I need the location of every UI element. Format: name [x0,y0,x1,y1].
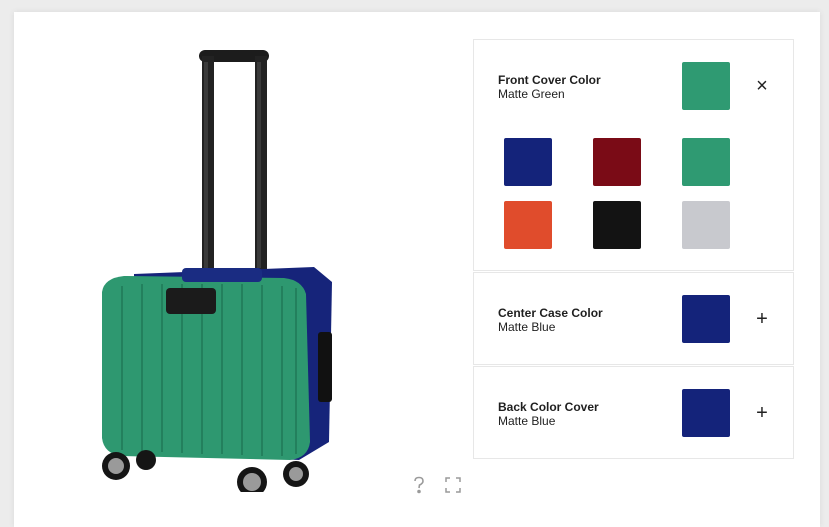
back-color-cover-card[interactable]: Back Color Cover Matte Blue + [473,366,794,459]
viewer-toolbar [410,476,462,494]
back-cover-current-swatch [682,389,730,437]
front-cover-color-card: Front Cover Color Matte Green × [473,39,794,271]
color-options-panel: Front Cover Color Matte Green × Center C… [473,39,794,459]
center-case-current-swatch [682,295,730,343]
swatch-blue[interactable] [504,138,552,186]
suitcase-3d-model[interactable] [74,42,364,492]
fullscreen-icon[interactable] [444,476,462,494]
swatch-orange[interactable] [504,201,552,249]
help-icon[interactable] [410,476,428,494]
center-case-title: Center Case Color [498,306,603,320]
swatch-black[interactable] [593,201,641,249]
back-cover-value: Matte Blue [498,414,556,428]
center-case-color-card[interactable]: Center Case Color Matte Blue + [473,272,794,365]
close-icon[interactable]: × [750,74,774,98]
swatch-grey[interactable] [682,201,730,249]
swatch-green[interactable] [682,138,730,186]
expand-icon[interactable]: + [750,401,774,425]
front-cover-swatch-grid [504,138,730,249]
expand-icon[interactable]: + [750,307,774,331]
swatch-red[interactable] [593,138,641,186]
front-cover-current-swatch [682,62,730,110]
back-cover-title: Back Color Cover [498,400,599,414]
configurator-frame: Front Cover Color Matte Green × Center C… [14,12,820,527]
product-viewer[interactable] [14,12,472,527]
front-cover-value: Matte Green [498,87,565,101]
front-cover-title: Front Cover Color [498,73,601,87]
center-case-value: Matte Blue [498,320,556,334]
